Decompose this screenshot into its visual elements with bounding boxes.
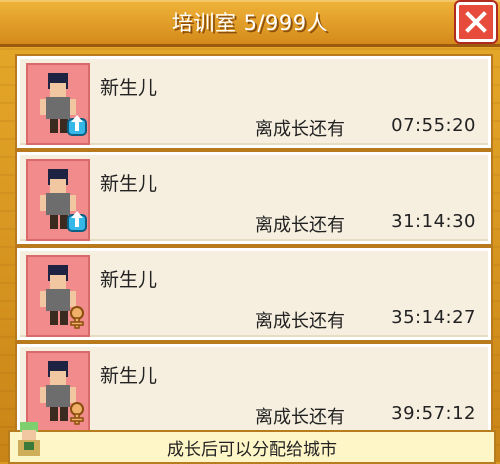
growth-label: 离成长还有	[255, 119, 345, 140]
trainee-card[interactable]: 新生儿 离成长还有 35:14:27	[17, 248, 491, 340]
growth-timer: 39:57:12	[391, 403, 476, 424]
growth-timer: 31:14:30	[391, 211, 476, 232]
female-icon	[70, 306, 84, 329]
female-icon	[70, 402, 84, 425]
trainee-name: 新生儿	[100, 269, 158, 291]
close-icon	[465, 11, 487, 33]
trainee-name: 新生儿	[100, 173, 158, 195]
hint-text: 成长后可以分配给城市	[167, 439, 337, 460]
trainee-name: 新生儿	[100, 77, 158, 99]
trainee-card[interactable]: 新生儿 离成长还有 07:55:20	[17, 56, 491, 148]
page-title: 培训室 5/999人	[171, 11, 329, 35]
growth-timer: 07:55:20	[391, 115, 476, 136]
male-icon	[67, 115, 87, 136]
male-icon	[67, 211, 87, 232]
trainee-name: 新生儿	[100, 365, 158, 387]
growth-label: 离成长还有	[255, 407, 345, 428]
trainee-card[interactable]: 新生儿 离成长还有 31:14:30	[17, 152, 491, 244]
growth-label: 离成长还有	[255, 311, 345, 332]
trainee-card[interactable]: 新生儿 离成长还有 39:57:12	[17, 344, 491, 436]
close-button[interactable]	[456, 2, 496, 42]
advisor-character-icon	[18, 422, 40, 456]
growth-label: 离成长还有	[255, 215, 345, 236]
hint-bar: 成长后可以分配给城市	[8, 430, 496, 464]
growth-timer: 35:14:27	[391, 307, 476, 328]
